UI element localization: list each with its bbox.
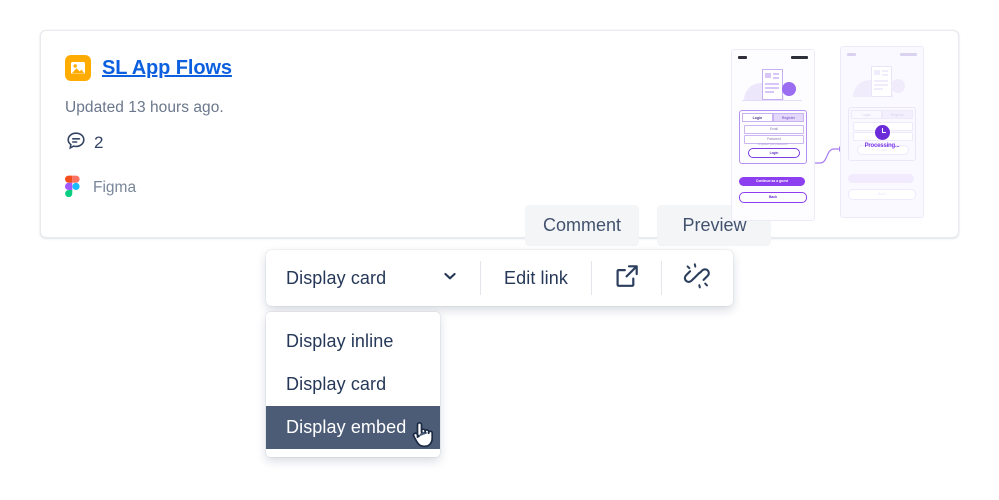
comment-count-group[interactable]: 2 [65,131,708,155]
phone-form-tabs: Login Register [742,113,804,122]
processing-label: Processing... [864,143,900,149]
phone-tab-login: Login [851,110,882,119]
comment-bubble-icon [65,130,87,157]
figma-logo-icon [65,175,80,202]
menu-item-display-card[interactable]: Display card [266,363,440,406]
provider-name: Figma [93,179,137,196]
card-body: SL App Flows Updated 13 hours ago. 2 Fig… [65,53,708,219]
image-placeholder-icon [65,55,91,81]
phone-hero-illustration [851,65,913,99]
phone-back-button: Back [848,189,916,200]
phone-email-field: Email [744,125,804,134]
phone-tab-register: Register [773,113,804,122]
phone-guest-button: Continue as a guest [739,177,805,186]
phone-forgot-password: Forgotten your password? [757,143,789,146]
menu-item-display-inline[interactable]: Display inline [266,320,440,363]
phone-guest-button: Continue as a guest [848,174,914,183]
phone-tab-login: Login [742,113,773,122]
link-toolbar: Display card Edit link [266,250,733,306]
clock-icon [875,125,890,140]
chevron-down-icon [442,268,458,289]
phone-hero-illustration [742,68,804,102]
display-mode-select[interactable]: Display card [266,250,480,306]
phone-login-button: Login [748,148,800,158]
smart-link-card[interactable]: SL App Flows Updated 13 hours ago. 2 Fig… [40,30,959,246]
phone-statusbar [847,52,917,56]
comment-button[interactable]: Comment [525,205,640,246]
edit-link-button[interactable]: Edit link [481,250,591,306]
link-preview-thumbnail: Login Register Email Password Forgotten … [730,45,942,225]
open-in-new-window-icon [614,263,640,294]
unlink-icon [683,262,711,295]
phone-back-button: Back [739,192,807,203]
phone-login-form: Login Register Email Password Forgotten … [739,110,807,164]
display-mode-label: Display card [286,267,387,288]
card-provider-group: Figma [65,175,708,202]
display-mode-menu: Display inline Display card Display embe… [266,312,440,457]
comment-count-value: 2 [94,133,104,152]
preview-phone-login: Login Register Email Password Forgotten … [731,49,815,221]
card-title-row: SL App Flows [65,53,708,83]
open-in-new-window-button[interactable] [592,250,661,306]
phone-form-tabs: Login Register [851,110,913,119]
unlink-button[interactable] [662,250,731,306]
card-title-link[interactable]: SL App Flows [102,57,232,80]
phone-tab-register: Register [882,110,913,119]
preview-phone-processing: Login Register Login Processing... Conti… [840,46,924,218]
menu-item-display-embed[interactable]: Display embed [266,406,440,449]
card-updated-text: Updated 13 hours ago. [65,99,224,116]
phone-statusbar [738,55,808,59]
